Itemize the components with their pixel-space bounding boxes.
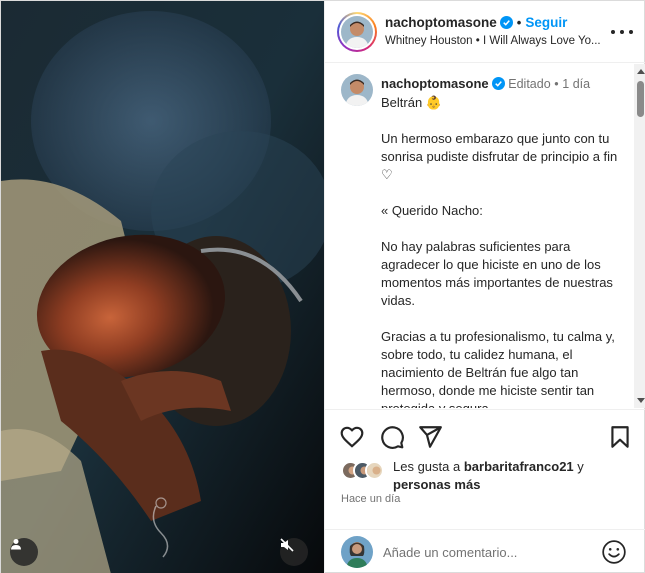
caption-header: nachoptomasone Editado • 1 día: [381, 76, 590, 91]
edited-label: Editado: [508, 77, 551, 91]
more-options-icon[interactable]: [611, 25, 633, 39]
other-likers-link[interactable]: personas más: [393, 477, 480, 492]
author-username[interactable]: nachoptomasone: [385, 15, 497, 30]
audio-track-link[interactable]: Whitney Houston • I Will Always Love Yo.…: [385, 35, 610, 47]
caption-scrollbar[interactable]: [634, 64, 645, 408]
post-photo: [1, 1, 324, 573]
verified-badge-icon: [499, 16, 513, 29]
post-dialog: nachoptomasone • Seguir Whitney Houston • …: [0, 0, 645, 573]
caption-first-line: Beltrán 👶: [381, 95, 442, 110]
post-header: nachoptomasone • Seguir Whitney Houston • …: [325, 1, 645, 63]
caption-scroll-area[interactable]: nachoptomasone Editado • 1 día Beltrán 👶…: [325, 64, 645, 408]
caption-paragraph: Un hermoso embarazo que junto con tu son…: [381, 131, 618, 182]
caption-username[interactable]: nachoptomasone: [381, 76, 489, 91]
liker-username[interactable]: barbaritafranco21: [464, 459, 574, 474]
follow-button[interactable]: Seguir: [525, 15, 567, 30]
comment-icon[interactable]: [379, 424, 405, 450]
scroll-down-arrow[interactable]: [637, 398, 645, 403]
separator-dot: •: [554, 77, 559, 91]
caption-author-avatar[interactable]: [341, 74, 373, 106]
caption-paragraph: « Querido Nacho:: [381, 203, 483, 218]
post-side-panel: nachoptomasone • Seguir Whitney Houston • …: [324, 1, 645, 573]
tagged-people-button[interactable]: [10, 538, 38, 566]
post-actions: Les gusta a barbaritafranco21 y personas…: [325, 409, 645, 529]
emoji-icon[interactable]: [601, 539, 627, 565]
scrollbar-thumb[interactable]: [637, 81, 644, 117]
author-avatar[interactable]: [337, 12, 377, 52]
separator-dot: •: [516, 15, 522, 30]
likes-summary: Les gusta a barbaritafranco21 y personas…: [341, 458, 631, 494]
likes-joiner: y: [577, 459, 584, 474]
heart-icon[interactable]: [339, 424, 365, 450]
speaker-muted-icon: [280, 538, 294, 552]
post-timestamp[interactable]: Hace un día: [341, 493, 400, 505]
caption-time[interactable]: 1 día: [562, 77, 590, 91]
scroll-up-arrow[interactable]: [637, 69, 645, 74]
caption-paragraph: Gracias a tu profesionalismo, tu calma y…: [381, 329, 615, 408]
comment-input[interactable]: [383, 542, 593, 562]
likes-prefix: Les gusta a: [393, 459, 461, 474]
mute-toggle-button[interactable]: [280, 538, 308, 566]
post-media[interactable]: [1, 1, 324, 573]
current-user-avatar: [341, 536, 373, 568]
caption-text: Beltrán 👶 Un hermoso embarazo que junto …: [381, 94, 631, 408]
likes-text: Les gusta a barbaritafranco21 y personas…: [393, 458, 633, 494]
verified-badge-icon: [491, 77, 505, 90]
bookmark-icon[interactable]: [607, 424, 633, 450]
person-tag-icon: [11, 539, 21, 550]
share-icon[interactable]: [417, 424, 443, 450]
liker-avatar[interactable]: [365, 461, 384, 480]
caption-paragraph: No hay palabras suficientes para agradec…: [381, 239, 613, 308]
comment-bar: [325, 529, 645, 573]
